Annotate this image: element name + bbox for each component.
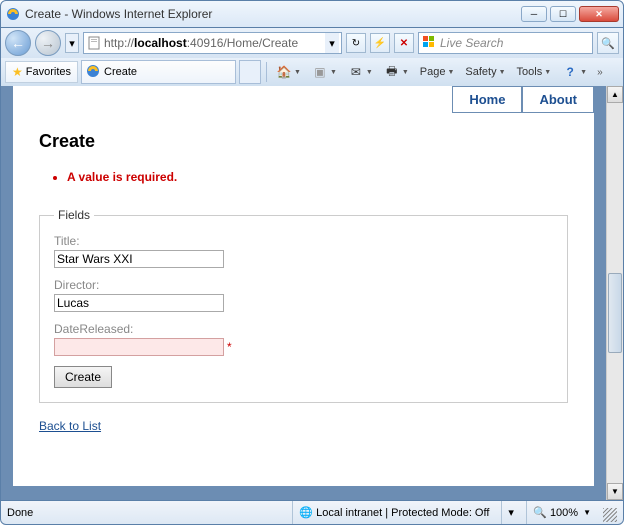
arrow-right-icon: → xyxy=(41,35,55,51)
arrow-left-icon: ← xyxy=(11,35,25,51)
tab-title: Create xyxy=(104,66,231,78)
required-asterisk: * xyxy=(227,340,232,354)
history-dropdown[interactable]: ▾ xyxy=(65,33,79,53)
scroll-track[interactable] xyxy=(607,103,623,483)
compat-icon: ⚡ xyxy=(374,38,386,49)
separator xyxy=(266,62,267,82)
home-button[interactable]: 🏠▼ xyxy=(272,61,305,83)
nav-tab-home[interactable]: Home xyxy=(452,86,522,113)
title-input[interactable] xyxy=(54,250,224,268)
feeds-button[interactable]: ▣▼ xyxy=(308,61,341,83)
search-button[interactable]: 🔍 xyxy=(597,32,619,54)
url-dropdown[interactable]: ▾ xyxy=(325,33,339,53)
datereleased-input[interactable] xyxy=(54,338,224,356)
window-title: Create - Windows Internet Explorer xyxy=(25,7,521,21)
star-icon: ★ xyxy=(12,65,23,79)
back-button[interactable]: ← xyxy=(5,30,31,56)
director-label: Director: xyxy=(54,278,553,292)
maximize-button[interactable]: ☐ xyxy=(550,6,576,22)
favorites-button[interactable]: ★ Favorites xyxy=(5,61,78,83)
refresh-icon: ↻ xyxy=(352,38,360,49)
forward-button[interactable]: → xyxy=(35,30,61,56)
globe-icon: 🌐 xyxy=(299,506,313,520)
rss-icon: ▣ xyxy=(312,64,328,80)
print-icon: 🖶 xyxy=(384,64,400,80)
minimize-button[interactable]: ─ xyxy=(521,6,547,22)
chevron-down-icon: ▼ xyxy=(583,508,591,517)
zone-text: Local intranet | Protected Mode: Off xyxy=(316,507,489,519)
favorites-label: Favorites xyxy=(26,66,71,78)
status-text: Done xyxy=(7,507,207,519)
resize-grip[interactable] xyxy=(603,508,617,522)
back-to-list-link[interactable]: Back to List xyxy=(39,419,101,433)
create-button[interactable]: Create xyxy=(54,366,112,388)
close-button[interactable]: ✕ xyxy=(579,6,619,22)
tools-menu[interactable]: Tools▼ xyxy=(513,61,556,83)
help-icon: ? xyxy=(562,64,578,80)
url-text: http://localhost:40916/Home/Create xyxy=(102,36,325,50)
scroll-thumb[interactable] xyxy=(608,273,622,353)
validation-summary: A value is required. xyxy=(67,170,568,184)
fieldset-legend: Fields xyxy=(54,208,94,222)
validation-error: A value is required. xyxy=(67,170,568,184)
page-body: Home About Create A value is required. F… xyxy=(13,86,594,486)
datereleased-label: DateReleased: xyxy=(54,322,553,336)
new-tab-button[interactable] xyxy=(239,60,261,84)
address-bar[interactable]: http://localhost:40916/Home/Create ▾ xyxy=(83,32,342,54)
zoom-text: 100% xyxy=(550,507,578,519)
internet-zone[interactable]: 🌐 Local intranet | Protected Mode: Off xyxy=(292,501,495,524)
compat-button[interactable]: ⚡ xyxy=(370,33,390,53)
title-label: Title: xyxy=(54,234,553,248)
stop-button[interactable]: ✕ xyxy=(394,33,414,53)
page-icon xyxy=(86,35,102,51)
protected-mode-dropdown[interactable]: ▾ xyxy=(501,501,520,524)
command-bar: ★ Favorites Create 🏠▼ ▣▼ ✉▼ 🖶▼ Page▼ Saf… xyxy=(0,58,624,86)
viewport: Home About Create A value is required. F… xyxy=(1,86,606,500)
close-icon: ✕ xyxy=(400,38,408,49)
magnifier-icon: 🔍 xyxy=(601,37,615,50)
search-placeholder: Live Search xyxy=(440,36,588,50)
zoom-icon: 🔍 xyxy=(533,506,547,520)
nav-tab-about[interactable]: About xyxy=(522,86,594,113)
print-button[interactable]: 🖶▼ xyxy=(380,61,413,83)
vertical-scrollbar[interactable]: ▲ ▼ xyxy=(606,86,623,500)
home-icon: 🏠 xyxy=(276,64,292,80)
scroll-down-button[interactable]: ▼ xyxy=(607,483,623,500)
navigation-bar: ← → ▾ http://localhost:40916/Home/Create… xyxy=(0,28,624,58)
scroll-up-button[interactable]: ▲ xyxy=(607,86,623,103)
fields-fieldset: Fields Title: Director: DateReleased: * … xyxy=(39,208,568,403)
livesearch-icon xyxy=(423,36,437,50)
refresh-button[interactable]: ↻ xyxy=(346,33,366,53)
toolbar-overflow[interactable]: » xyxy=(594,67,606,78)
help-button[interactable]: ?▼ xyxy=(558,61,591,83)
page-heading: Create xyxy=(39,131,568,152)
tab-favicon-icon xyxy=(86,64,100,81)
status-bar: Done 🌐 Local intranet | Protected Mode: … xyxy=(0,500,624,525)
search-box[interactable]: Live Search xyxy=(418,32,593,54)
page-menu[interactable]: Page▼ xyxy=(416,61,459,83)
window-titlebar: Create - Windows Internet Explorer ─ ☐ ✕ xyxy=(0,0,624,28)
safety-menu[interactable]: Safety▼ xyxy=(461,61,509,83)
zoom-control[interactable]: 🔍 100% ▼ xyxy=(526,501,597,524)
ie-icon xyxy=(5,6,21,22)
browser-tab[interactable]: Create xyxy=(81,60,236,84)
mail-icon: ✉ xyxy=(348,64,364,80)
read-mail-button[interactable]: ✉▼ xyxy=(344,61,377,83)
chevron-down-icon: ▾ xyxy=(508,506,514,519)
director-input[interactable] xyxy=(54,294,224,312)
